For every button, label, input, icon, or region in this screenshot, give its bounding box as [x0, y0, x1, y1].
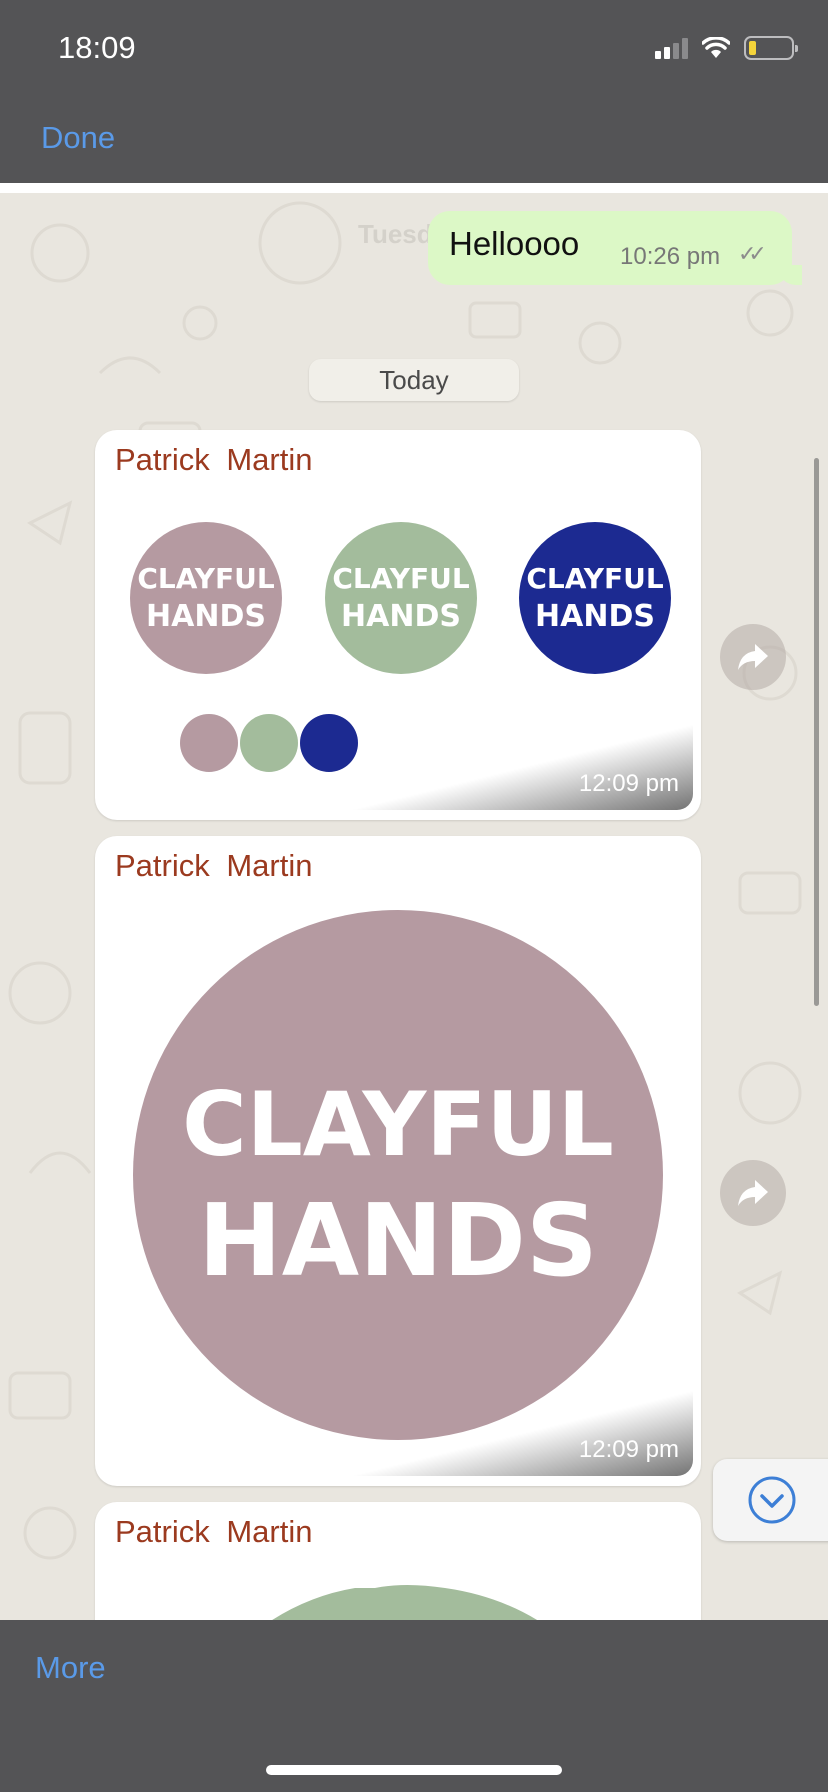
- sender-name: Patrick Martin: [115, 442, 313, 477]
- logo-line-1: CLAYFUL: [332, 562, 470, 595]
- battery-icon: [744, 36, 798, 60]
- message-time: 12:09 pm: [578, 770, 679, 797]
- message-time: 10:26 pm: [620, 243, 721, 270]
- scrollbar[interactable]: [814, 458, 819, 1006]
- status-icons: [655, 36, 798, 60]
- logo-line-2: HANDS: [146, 599, 266, 634]
- read-receipt-icon: ✓✓: [738, 241, 767, 266]
- logo-sage: CLAYFUL HANDS: [325, 522, 477, 674]
- image-message[interactable]: Patrick Martin CLAYFUL HANDS 12:09 pm: [95, 836, 701, 1486]
- logo-line-1: CLAYFUL: [137, 562, 275, 595]
- chevron-down-icon: [748, 1476, 796, 1524]
- logo-large-image[interactable]: CLAYFUL HANDS 12:09 pm: [103, 900, 693, 1476]
- logo-line-2: HANDS: [341, 599, 461, 634]
- forward-arrow-icon: [738, 1180, 768, 1206]
- message-text: Helloooo: [449, 225, 580, 262]
- logo-line-1: CLAYFUL: [182, 1073, 614, 1176]
- logo-palette-image[interactable]: CLAYFUL HANDS CLAYFUL HANDS CLAYFUL HAND…: [103, 494, 693, 810]
- image-message[interactable]: Patrick Martin: [95, 1502, 701, 1620]
- done-button[interactable]: Done: [41, 120, 115, 156]
- scroll-to-bottom-button[interactable]: [713, 1459, 828, 1541]
- logo-line-2: HANDS: [198, 1182, 598, 1299]
- forward-arrow-icon: [738, 644, 768, 670]
- logo-mauve: CLAYFUL HANDS: [130, 522, 282, 674]
- forward-button[interactable]: [720, 624, 786, 690]
- cellular-signal-icon: [655, 37, 688, 59]
- swatch-mauve: [180, 714, 238, 772]
- nav-bar: Done: [0, 94, 828, 183]
- forward-button[interactable]: [720, 1160, 786, 1226]
- date-divider: Today: [309, 359, 519, 401]
- logo-large: CLAYFUL HANDS: [133, 910, 663, 1440]
- sender-name: Patrick Martin: [115, 1514, 313, 1549]
- status-time: 18:09: [58, 30, 136, 65]
- image-message[interactable]: Patrick Martin CLAYFUL HANDS CLAYFUL HAN…: [95, 430, 701, 820]
- home-indicator[interactable]: [266, 1765, 562, 1775]
- wifi-icon: [702, 37, 730, 58]
- bottom-toolbar: More: [0, 1620, 828, 1792]
- more-button[interactable]: More: [35, 1650, 106, 1686]
- logo-partial: [272, 1585, 538, 1620]
- chat-area[interactable]: Tuesda Helloooo 10:26 pm ✓✓ Today Patric…: [0, 193, 828, 1620]
- logo-navy: CLAYFUL HANDS: [519, 522, 671, 674]
- outgoing-message[interactable]: Helloooo 10:26 pm ✓✓: [428, 211, 802, 285]
- status-bar: 18:09: [0, 0, 828, 94]
- nav-divider: [0, 183, 828, 193]
- swatch-sage: [240, 714, 298, 772]
- logo-line-1: CLAYFUL: [526, 562, 664, 595]
- message-time: 12:09 pm: [578, 1436, 679, 1463]
- logo-line-2: HANDS: [535, 599, 655, 634]
- sender-name: Patrick Martin: [115, 848, 313, 883]
